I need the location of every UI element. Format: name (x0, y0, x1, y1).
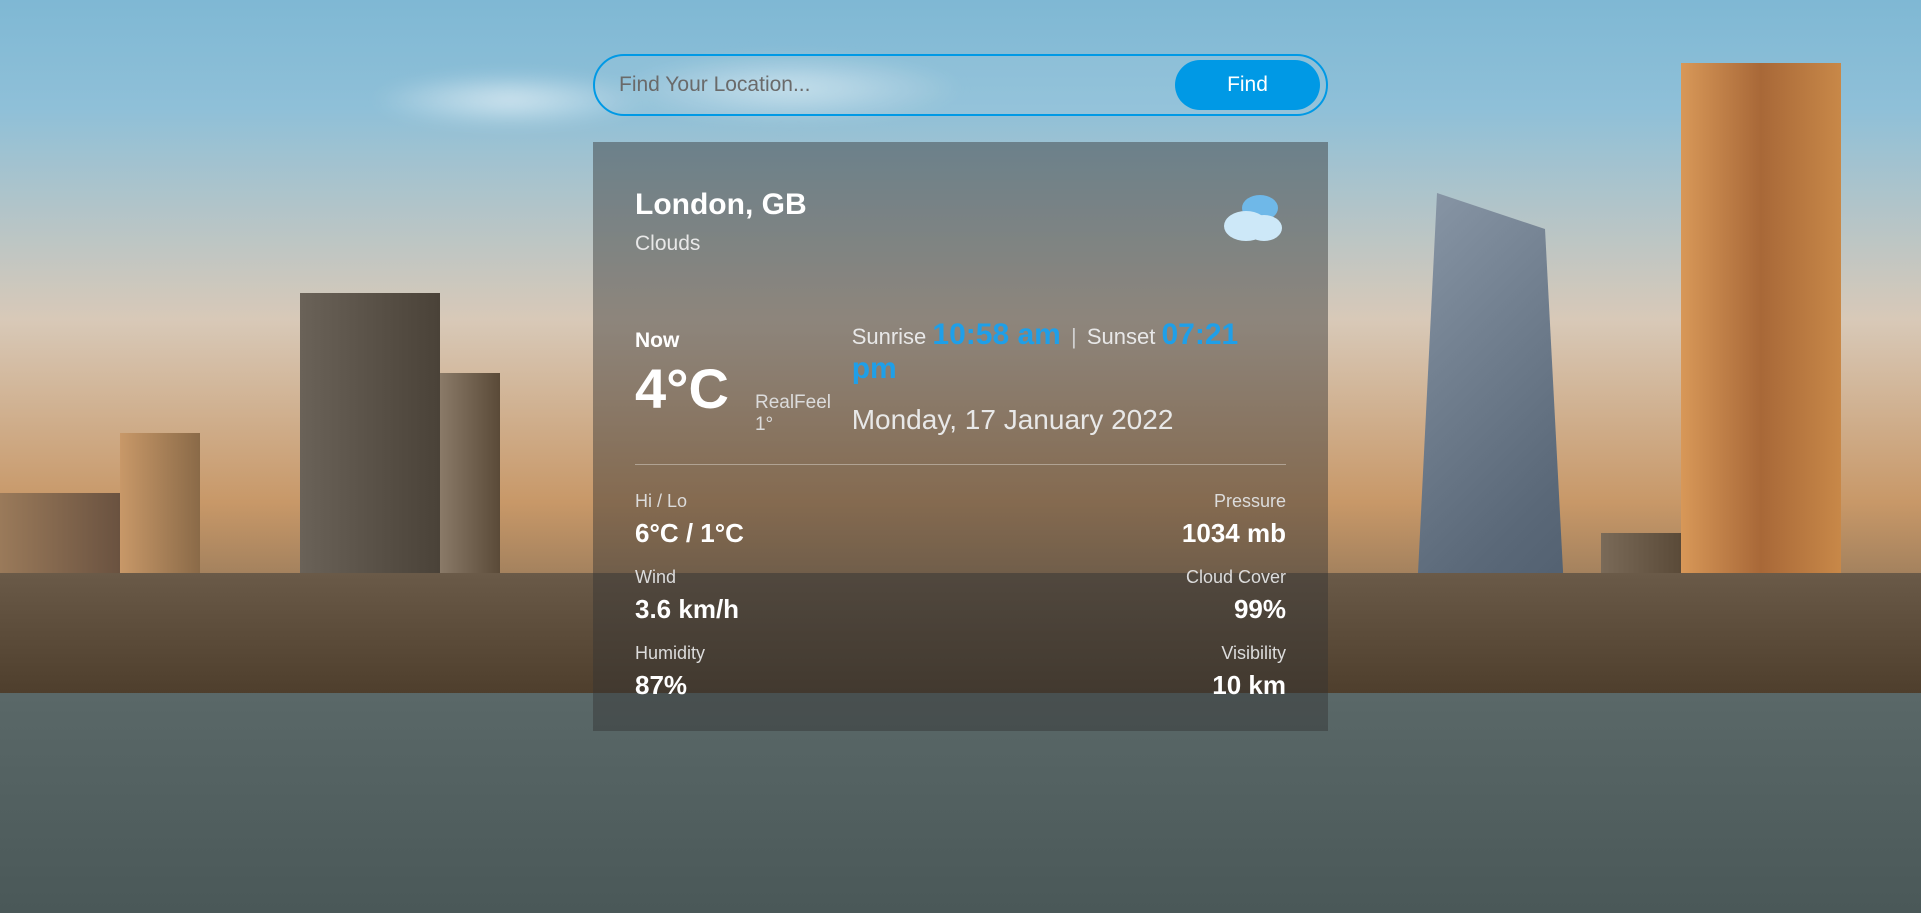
visibility-label: Visibility (1212, 643, 1286, 664)
stat-hilo: Hi / Lo 6°C / 1°C (635, 491, 744, 549)
find-button[interactable]: Find (1175, 60, 1320, 110)
pressure-value: 1034 mb (1182, 518, 1286, 549)
search-bar: Find (593, 54, 1328, 116)
cloud-cover-value: 99% (1186, 594, 1286, 625)
location-search-input[interactable] (619, 73, 1165, 97)
pressure-label: Pressure (1182, 491, 1286, 512)
weather-condition: Clouds (635, 232, 807, 256)
sunrise-time: 10:58 am (932, 318, 1060, 351)
humidity-label: Humidity (635, 643, 744, 664)
sun-separator: | (1071, 324, 1077, 349)
wind-label: Wind (635, 567, 744, 588)
realfeel-value: RealFeel 1° (755, 392, 852, 436)
visibility-value: 10 km (1212, 670, 1286, 701)
stat-visibility: Visibility 10 km (1212, 643, 1286, 701)
stat-wind: Wind 3.6 km/h (635, 567, 744, 625)
cloud-cover-label: Cloud Cover (1186, 567, 1286, 588)
sunset-label: Sunset (1087, 324, 1156, 349)
current-temperature: 4°C (635, 361, 729, 417)
sunrise-label: Sunrise (852, 324, 927, 349)
stat-pressure: Pressure 1034 mb (1182, 491, 1286, 549)
current-date: Monday, 17 January 2022 (852, 404, 1286, 436)
weather-card: London, GB Clouds Now 4°C RealFeel 1° (593, 142, 1328, 731)
stat-cloud-cover: Cloud Cover 99% (1186, 567, 1286, 625)
clouds-icon (1216, 188, 1286, 248)
hilo-label: Hi / Lo (635, 491, 744, 512)
now-label: Now (635, 329, 852, 353)
stat-humidity: Humidity 87% (635, 643, 744, 701)
humidity-value: 87% (635, 670, 744, 701)
sun-times-row: Sunrise 10:58 am | Sunset 07:21 pm (852, 318, 1286, 386)
wind-value: 3.6 km/h (635, 594, 744, 625)
hilo-value: 6°C / 1°C (635, 518, 744, 549)
location-name: London, GB (635, 188, 807, 222)
